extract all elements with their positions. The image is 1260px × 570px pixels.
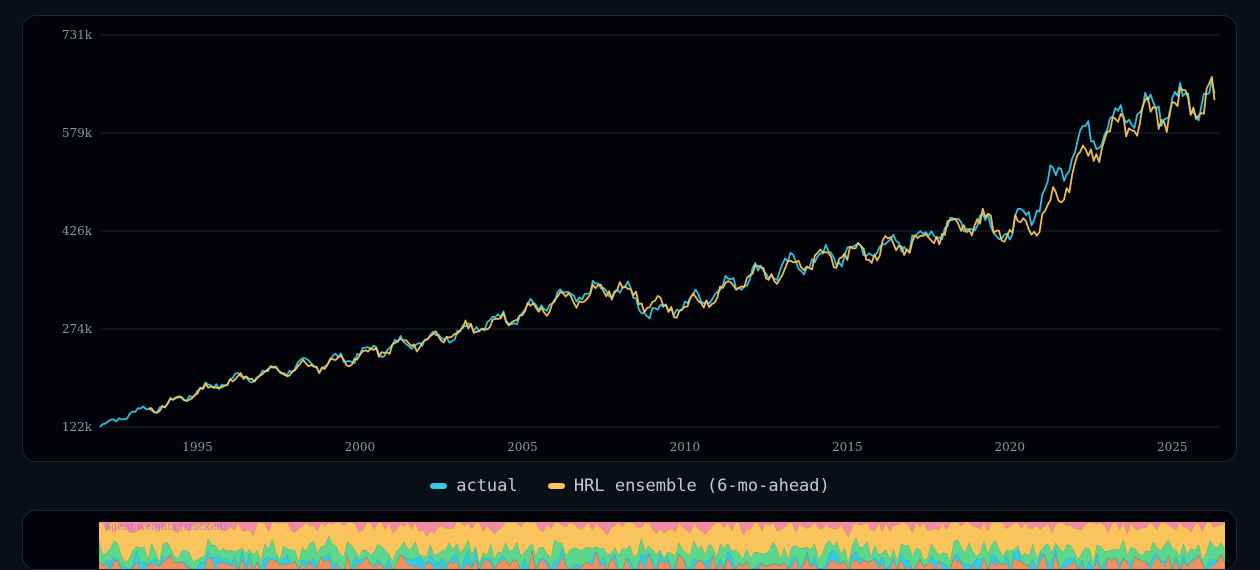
legend-item-hrl-ensemble[interactable]: HRL ensemble (6-mo-ahead) — [548, 476, 830, 496]
x-tick-label: 2020 — [995, 440, 1026, 454]
sub-chart-label: agent weights (stacked) — [105, 522, 227, 533]
legend-swatch-hrl-ensemble — [548, 483, 565, 489]
x-tick-label: 1995 — [182, 440, 213, 454]
y-tick-label: 426k — [62, 224, 93, 238]
legend-label-actual: actual — [456, 476, 517, 496]
x-tick-label: 2025 — [1157, 440, 1188, 454]
x-tick-label: 2000 — [345, 440, 376, 454]
series-line-hrl-ensemble — [149, 77, 1215, 413]
legend-item-actual[interactable]: actual — [430, 476, 517, 496]
y-tick-label: 731k — [62, 28, 93, 42]
x-tick-label: 2015 — [832, 440, 863, 454]
legend-label-hrl-ensemble: HRL ensemble (6-mo-ahead) — [574, 476, 830, 496]
legend-swatch-actual — [430, 483, 447, 489]
y-tick-label: 274k — [62, 322, 93, 336]
y-tick-label: 122k — [62, 420, 93, 434]
y-tick-label: 579k — [62, 126, 93, 140]
stacked-area-chart: agent weights (stacked) — [23, 511, 1237, 570]
series-line-actual — [100, 80, 1215, 427]
x-tick-label: 2010 — [670, 440, 701, 454]
line-chart: 122k 274k 426k 579k 731k 1995 2000 2005 2010 2015… — [23, 16, 1237, 462]
legend: actual HRL ensemble (6-mo-ahead) — [0, 474, 1260, 496]
main-chart-panel: 122k 274k 426k 579k 731k 1995 2000 2005 2010 2015… — [22, 15, 1237, 462]
agent-weights-panel: agent weights (stacked) — [22, 510, 1237, 570]
x-tick-label: 2005 — [507, 440, 538, 454]
